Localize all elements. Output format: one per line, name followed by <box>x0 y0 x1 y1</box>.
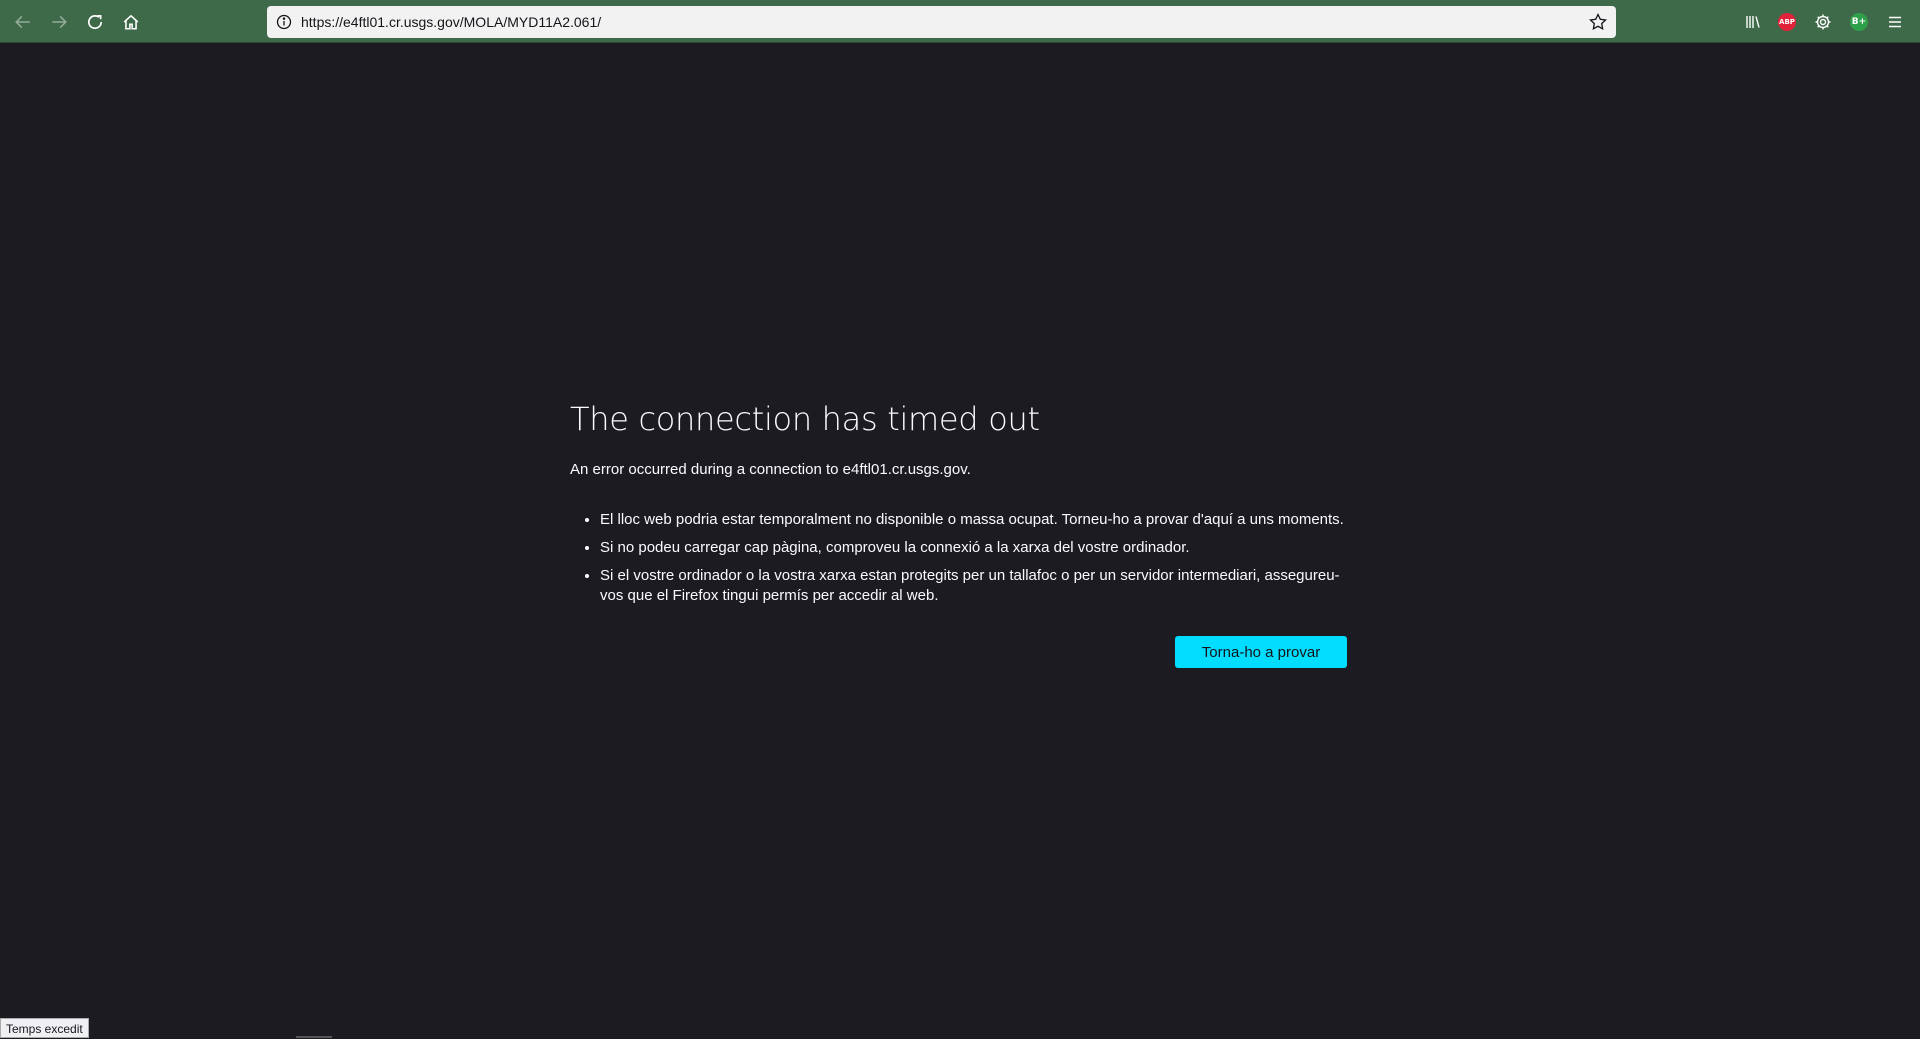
list-item: Si no podeu carregar cap pàgina, comprov… <box>600 538 1350 558</box>
info-icon[interactable] <box>275 13 293 31</box>
error-suggestions: El lloc web podria estar temporalment no… <box>570 510 1350 606</box>
forward-button[interactable] <box>44 7 74 37</box>
reload-button[interactable] <box>80 7 110 37</box>
settings-icon <box>1814 13 1832 31</box>
list-item: Si el vostre ordinador o la vostra xarxa… <box>600 566 1350 606</box>
page-title: The connection has timed out <box>570 396 1350 442</box>
status-bar: Temps excedit <box>0 1018 89 1038</box>
reload-icon <box>86 13 104 31</box>
home-button[interactable] <box>116 7 146 37</box>
try-again-button[interactable]: Torna-ho a provar <box>1175 636 1347 668</box>
browser-toolbar: https://e4ftl01.cr.usgs.gov/MOLA/MYD11A2… <box>0 0 1920 43</box>
error-description: An error occurred during a connection to… <box>570 460 1350 480</box>
list-item: El lloc web podria estar temporalment no… <box>600 510 1350 530</box>
extension-icon: B+ <box>1850 13 1868 31</box>
url-bar[interactable]: https://e4ftl01.cr.usgs.gov/MOLA/MYD11A2… <box>267 6 1616 38</box>
library-button[interactable] <box>1741 10 1765 34</box>
url-text[interactable]: https://e4ftl01.cr.usgs.gov/MOLA/MYD11A2… <box>301 13 601 31</box>
adblock-plus-icon: ABP <box>1778 13 1796 31</box>
menu-button[interactable] <box>1883 10 1907 34</box>
back-button[interactable] <box>8 7 38 37</box>
error-container: The connection has timed out An error oc… <box>570 396 1350 676</box>
back-icon <box>14 13 32 31</box>
button-row: Torna-ho a provar <box>570 636 1350 676</box>
library-icon <box>1744 13 1762 31</box>
extension-button[interactable]: B+ <box>1847 10 1871 34</box>
bookmark-star-icon[interactable] <box>1588 12 1608 32</box>
menu-icon <box>1887 14 1903 30</box>
home-icon <box>122 13 140 31</box>
settings-button[interactable] <box>1811 10 1835 34</box>
forward-icon <box>50 13 68 31</box>
adblock-plus-button[interactable]: ABP <box>1775 10 1799 34</box>
